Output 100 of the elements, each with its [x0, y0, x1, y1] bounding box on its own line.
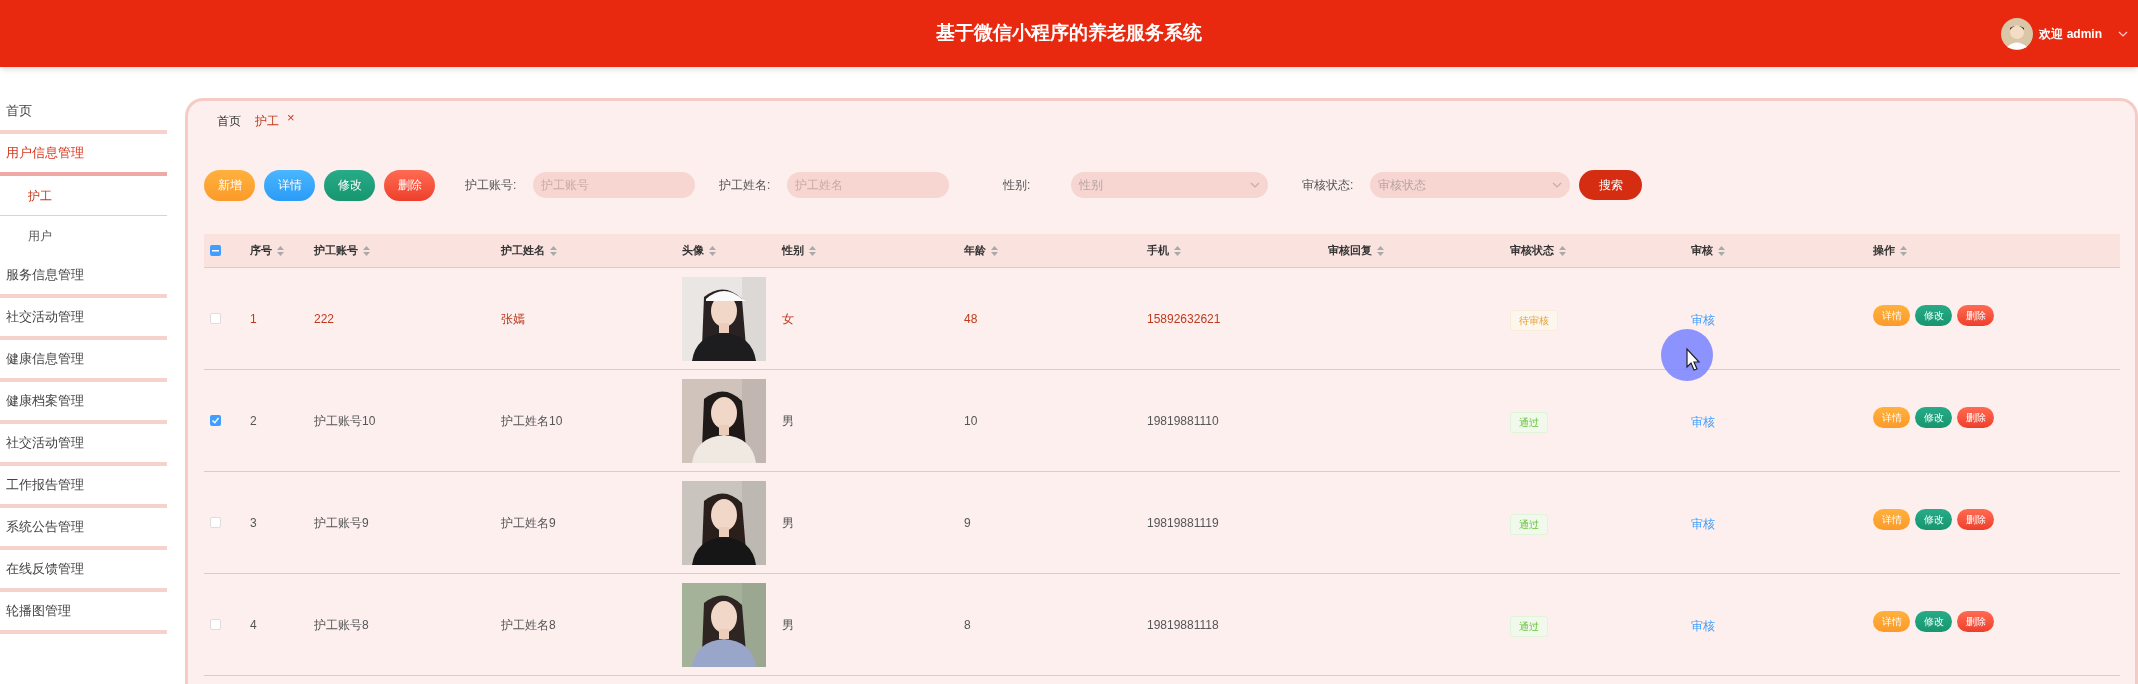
- table-cell-text: 护工姓名9: [500, 514, 557, 532]
- detail-button[interactable]: 详情: [264, 169, 315, 201]
- table-cell-text: 护工姓名8: [500, 616, 557, 634]
- sort-icon[interactable]: [1559, 245, 1566, 256]
- checkbox[interactable]: [210, 517, 221, 528]
- sort-icon[interactable]: [1174, 245, 1181, 256]
- review-link[interactable]: 审核: [1691, 414, 1715, 429]
- table-cell-text: 4: [249, 616, 258, 634]
- sidebar-item[interactable]: 在线反馈管理: [0, 550, 167, 592]
- sidebar-item[interactable]: 用户信息管理: [0, 134, 167, 176]
- chevron-down-icon[interactable]: [2118, 31, 2128, 37]
- checkbox[interactable]: [210, 619, 221, 630]
- sort-icon[interactable]: [1718, 245, 1725, 256]
- delete-button[interactable]: 删除: [1957, 509, 1994, 530]
- table-cell-text: 8: [963, 616, 972, 634]
- table-cell-text: 护工账号9: [313, 514, 370, 532]
- table-cell-text: 48: [963, 310, 979, 328]
- avatar-icon: [2001, 18, 2034, 50]
- table-cell-text: 10: [963, 412, 979, 430]
- delete-button[interactable]: 删除: [1957, 611, 1994, 632]
- cursor-icon: [1660, 328, 1714, 382]
- table-cell-text: 9: [963, 514, 972, 532]
- table-cell-text: 护工账号10: [313, 412, 377, 430]
- table-cell-text: 19819881119: [1146, 514, 1220, 532]
- checkbox[interactable]: [210, 415, 221, 426]
- sort-icon[interactable]: [1377, 245, 1384, 256]
- column-header[interactable]: 护工姓名: [501, 242, 545, 259]
- review-link[interactable]: 审核: [1691, 618, 1715, 633]
- table-cell-text: 男: [781, 412, 795, 430]
- sort-icon[interactable]: [991, 245, 998, 256]
- sidebar-item[interactable]: 健康档案管理: [0, 382, 167, 424]
- column-header[interactable]: 手机: [1147, 242, 1169, 259]
- table-cell-text: 护工姓名10: [500, 412, 564, 430]
- column-header[interactable]: 性别: [782, 242, 804, 259]
- column-header[interactable]: 操作: [1873, 242, 1895, 259]
- status-tag: 待审核: [1510, 309, 1558, 331]
- minus-icon: [212, 249, 219, 252]
- table-cell-text: 男: [781, 514, 795, 532]
- filter-label: 性别:: [1003, 177, 1032, 194]
- checkbox[interactable]: [210, 313, 221, 324]
- sidebar-item[interactable]: 工作报告管理: [0, 466, 167, 508]
- review-link[interactable]: 审核: [1691, 516, 1715, 531]
- table-cell-text: 男: [781, 616, 795, 634]
- sidebar-subitem[interactable]: 护工: [0, 176, 167, 216]
- sidebar-item[interactable]: 服务信息管理: [0, 256, 167, 298]
- status-tag: 通过: [1510, 615, 1548, 637]
- table-cell-text: 女: [781, 310, 795, 328]
- welcome-text[interactable]: 欢迎 admin: [2039, 25, 2102, 43]
- table-cell-text: 222: [313, 310, 336, 328]
- delete-button[interactable]: 删除: [384, 169, 435, 201]
- sidebar-subitem[interactable]: 用户: [0, 216, 167, 256]
- edit-button[interactable]: 修改: [1915, 509, 1952, 530]
- sort-icon[interactable]: [809, 245, 816, 256]
- search-button[interactable]: 搜索: [1579, 170, 1642, 200]
- sort-icon[interactable]: [277, 245, 284, 256]
- sidebar-item[interactable]: 健康信息管理: [0, 340, 167, 382]
- column-header[interactable]: 年龄: [964, 242, 986, 259]
- sort-icon[interactable]: [1900, 245, 1907, 256]
- review-link[interactable]: 审核: [1691, 312, 1715, 327]
- edit-button[interactable]: 修改: [1915, 611, 1952, 632]
- sort-icon[interactable]: [709, 245, 716, 256]
- sidebar-item[interactable]: 社交活动管理: [0, 424, 167, 466]
- table-cell-text: 19819881110: [1146, 412, 1220, 430]
- delete-button[interactable]: 删除: [1957, 407, 1994, 428]
- filter-label: 护工姓名:: [719, 177, 772, 194]
- table-cell-text: 张嫣: [500, 310, 526, 328]
- edit-button[interactable]: 修改: [324, 169, 375, 201]
- column-header[interactable]: 审核回复: [1328, 242, 1372, 259]
- app-title: 基于微信小程序的养老服务系统: [936, 21, 1202, 45]
- column-header[interactable]: 头像: [682, 242, 704, 259]
- filter-label: 护工账号:: [465, 177, 518, 194]
- table-cell-text: 1: [249, 310, 258, 328]
- table-cell-text: 15892632621: [1146, 310, 1222, 328]
- status-tag: 通过: [1510, 513, 1548, 535]
- column-header[interactable]: 护工账号: [314, 242, 358, 259]
- table-cell-text: 3: [249, 514, 258, 532]
- table-cell-text: 护工账号8: [313, 616, 370, 634]
- chevron-down-icon[interactable]: [1250, 182, 1260, 188]
- delete-button[interactable]: 删除: [1957, 305, 1994, 326]
- sort-icon[interactable]: [550, 245, 557, 256]
- filter-label: 审核状态:: [1302, 177, 1355, 194]
- column-header[interactable]: 审核: [1691, 242, 1713, 259]
- sidebar-item[interactable]: 社交活动管理: [0, 298, 167, 340]
- checkbox[interactable]: [210, 245, 221, 256]
- tab[interactable]: 首页: [217, 112, 241, 130]
- edit-button[interactable]: 修改: [1915, 407, 1952, 428]
- column-header[interactable]: 序号: [250, 242, 272, 259]
- table-cell-text: 19819881118: [1146, 616, 1220, 634]
- sidebar-item[interactable]: 首页: [0, 92, 167, 134]
- close-icon[interactable]: ×: [287, 112, 295, 124]
- sidebar-item[interactable]: 系统公告管理: [0, 508, 167, 550]
- chevron-down-icon[interactable]: [1552, 182, 1562, 188]
- check-icon: [211, 416, 220, 425]
- table-cell-text: 2: [249, 412, 258, 430]
- sort-icon[interactable]: [363, 245, 370, 256]
- sidebar-item[interactable]: 轮播图管理: [0, 592, 167, 634]
- edit-button[interactable]: 修改: [1915, 305, 1952, 326]
- status-tag: 通过: [1510, 411, 1548, 433]
- column-header[interactable]: 审核状态: [1510, 242, 1554, 259]
- tab[interactable]: 护工: [255, 112, 279, 130]
